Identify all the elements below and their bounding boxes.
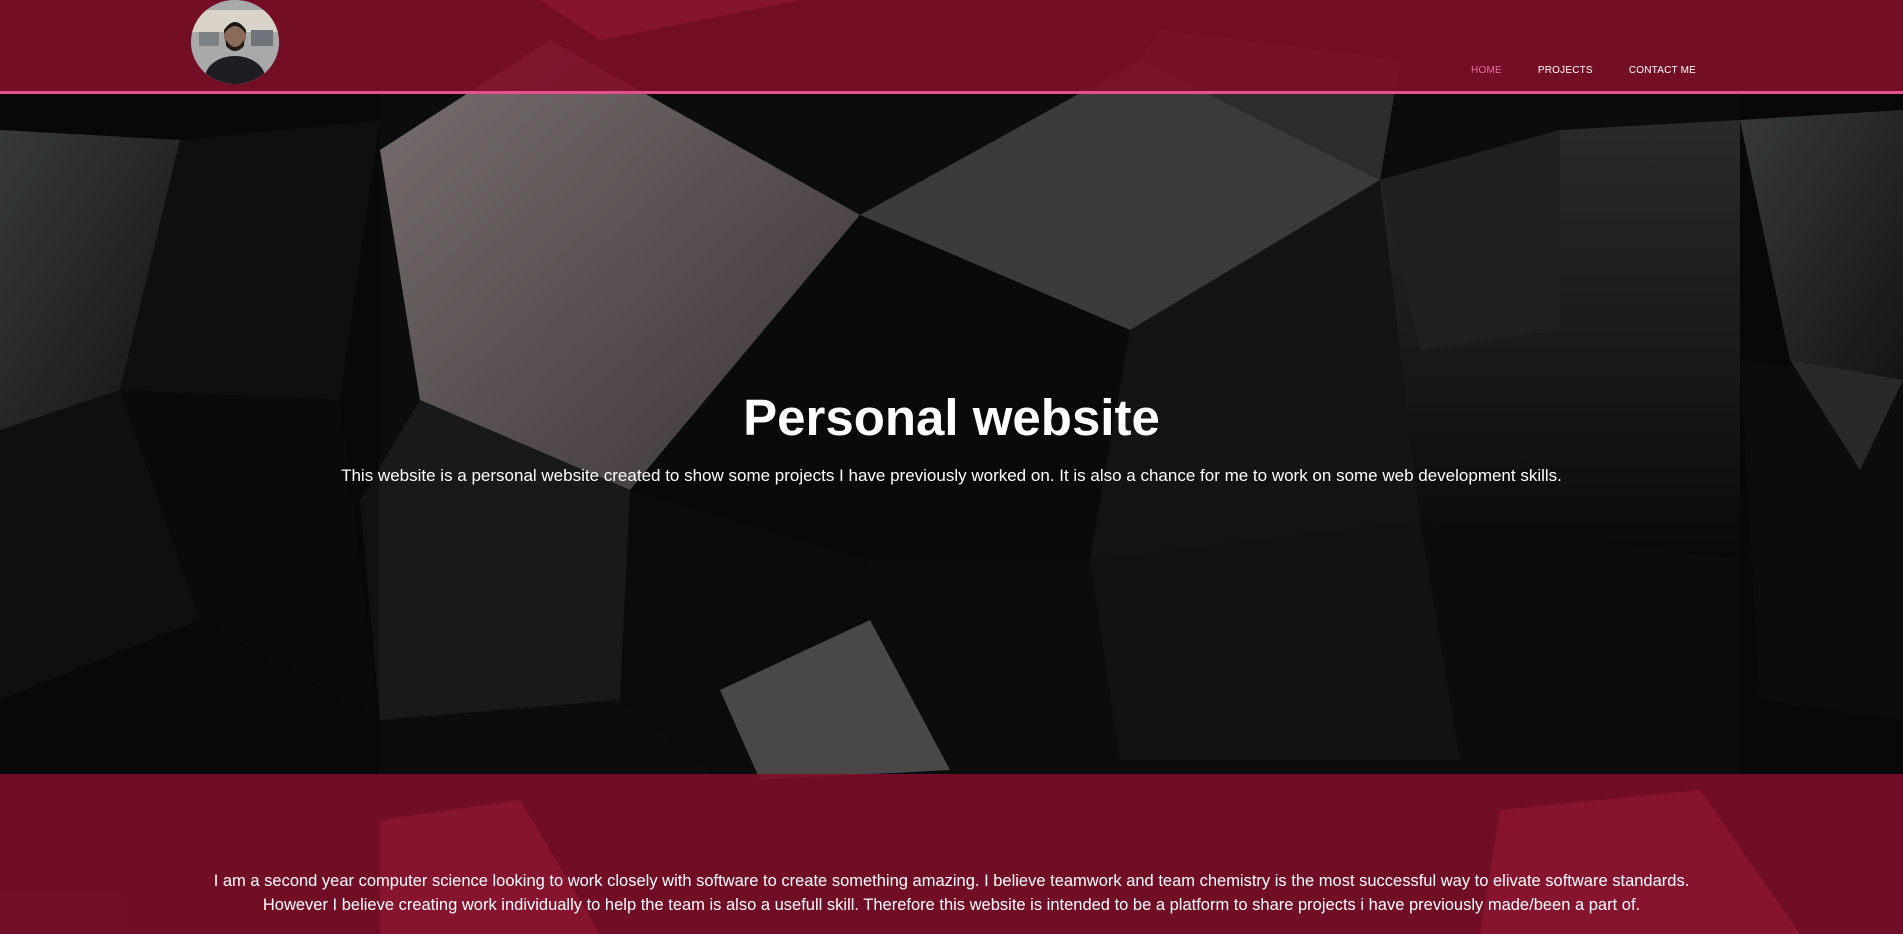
profile-photo-icon bbox=[191, 0, 279, 84]
hero-section: Personal website This website is a perso… bbox=[0, 94, 1903, 774]
main-nav: HOME PROJECTS CONTACT ME bbox=[1471, 65, 1696, 76]
about-section: I am a second year computer science look… bbox=[0, 774, 1903, 934]
nav-home-link[interactable]: HOME bbox=[1471, 65, 1502, 76]
hero-title: Personal website bbox=[743, 389, 1160, 446]
page: HOME PROJECTS CONTACT ME Personal websit… bbox=[0, 0, 1903, 934]
nav-contact-link[interactable]: CONTACT ME bbox=[1629, 65, 1696, 76]
profile-avatar[interactable] bbox=[191, 0, 279, 84]
site-header: HOME PROJECTS CONTACT ME bbox=[0, 0, 1903, 94]
nav-projects-link[interactable]: PROJECTS bbox=[1538, 65, 1593, 76]
hero-subtitle: This website is a personal website creat… bbox=[341, 466, 1562, 485]
about-text: I am a second year computer science look… bbox=[213, 872, 1690, 914]
